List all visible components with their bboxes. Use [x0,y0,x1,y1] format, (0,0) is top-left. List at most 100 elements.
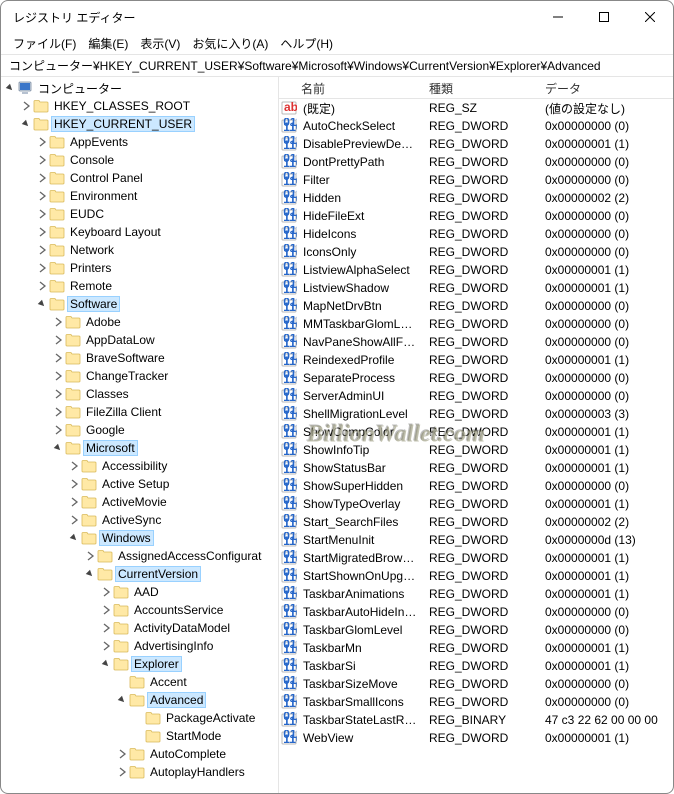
value-row[interactable]: 011110HiddenREG_DWORD0x00000002 (2) [279,189,673,207]
tree-item[interactable]: AccountsService [1,601,278,619]
chevron-right-icon[interactable] [19,99,33,113]
chevron-right-icon[interactable] [67,495,81,509]
tree-item[interactable]: FileZilla Client [1,403,278,421]
chevron-right-icon[interactable] [99,603,113,617]
tree-item[interactable]: AppEvents [1,133,278,151]
value-row[interactable]: 011110WebViewREG_DWORD0x00000001 (1) [279,729,673,747]
tree-item[interactable]: Classes [1,385,278,403]
value-row[interactable]: 011110TaskbarGlomLevelREG_DWORD0x0000000… [279,621,673,639]
value-row[interactable]: 011110TaskbarStateLastRunREG_BINARY47 c3… [279,711,673,729]
chevron-right-icon[interactable] [35,153,49,167]
chevron-right-icon[interactable] [115,747,129,761]
value-row[interactable]: 011110IconsOnlyREG_DWORD0x00000000 (0) [279,243,673,261]
col-header-data[interactable]: データ [539,77,673,98]
tree-item[interactable]: Explorer [1,655,278,673]
menu-view[interactable]: 表示(V) [134,33,186,54]
menu-help[interactable]: ヘルプ(H) [274,33,339,54]
value-row[interactable]: 011110AutoCheckSelectREG_DWORD0x00000000… [279,117,673,135]
chevron-right-icon[interactable] [51,405,65,419]
tree-item[interactable]: Advanced [1,691,278,709]
chevron-down-icon[interactable] [19,117,33,131]
value-row[interactable]: 011110MapNetDrvBtnREG_DWORD0x00000000 (0… [279,297,673,315]
tree-item[interactable]: ActivityDataModel [1,619,278,637]
chevron-right-icon[interactable] [99,639,113,653]
tree-item[interactable]: PackageActivate [1,709,278,727]
chevron-right-icon[interactable] [35,279,49,293]
chevron-right-icon[interactable] [67,477,81,491]
tree-item[interactable]: Active Setup [1,475,278,493]
chevron-right-icon[interactable] [67,513,81,527]
tree-item[interactable]: ActiveMovie [1,493,278,511]
chevron-down-icon[interactable] [51,441,65,455]
chevron-right-icon[interactable] [35,243,49,257]
chevron-right-icon[interactable] [115,765,129,779]
value-row[interactable]: 011110TaskbarSizeMoveREG_DWORD0x00000000… [279,675,673,693]
tree-item[interactable]: Network [1,241,278,259]
value-row[interactable]: 011110ShowSuperHiddenREG_DWORD0x00000000… [279,477,673,495]
tree-item[interactable]: HKEY_CURRENT_USER [1,115,278,133]
tree-item[interactable]: Microsoft [1,439,278,457]
chevron-right-icon[interactable] [35,261,49,275]
tree-item[interactable]: BraveSoftware [1,349,278,367]
value-row[interactable]: 011110TaskbarAnimationsREG_DWORD0x000000… [279,585,673,603]
chevron-right-icon[interactable] [51,387,65,401]
maximize-button[interactable] [581,1,627,33]
value-row[interactable]: 011110ShellMigrationLevelREG_DWORD0x0000… [279,405,673,423]
tree-item[interactable]: Adobe [1,313,278,331]
col-header-type[interactable]: 種類 [423,77,539,98]
tree-item[interactable]: AAD [1,583,278,601]
tree-item[interactable]: Software [1,295,278,313]
chevron-down-icon[interactable] [35,297,49,311]
address-input[interactable] [7,58,667,74]
tree-item[interactable]: ActiveSync [1,511,278,529]
chevron-right-icon[interactable] [51,315,65,329]
value-row[interactable]: 011110HideFileExtREG_DWORD0x00000000 (0) [279,207,673,225]
value-row[interactable]: 011110MMTaskbarGlomLevelREG_DWORD0x00000… [279,315,673,333]
value-row[interactable]: 011110TaskbarMnREG_DWORD0x00000001 (1) [279,639,673,657]
value-row[interactable]: 011110FilterREG_DWORD0x00000000 (0) [279,171,673,189]
close-button[interactable] [627,1,673,33]
chevron-down-icon[interactable] [67,531,81,545]
list-body[interactable]: ab(既定)REG_SZ(値の設定なし)011110AutoCheckSelec… [279,99,673,793]
tree-item[interactable]: CurrentVersion [1,565,278,583]
tree-item[interactable]: HKEY_CLASSES_ROOT [1,97,278,115]
chevron-down-icon[interactable] [3,81,17,95]
tree-item[interactable]: EUDC [1,205,278,223]
chevron-right-icon[interactable] [99,621,113,635]
tree-item[interactable]: Accessibility [1,457,278,475]
minimize-button[interactable] [535,1,581,33]
chevron-down-icon[interactable] [83,567,97,581]
tree-item[interactable]: コンピューター [1,79,278,97]
tree-item[interactable]: StartMode [1,727,278,745]
chevron-right-icon[interactable] [35,207,49,221]
chevron-right-icon[interactable] [35,135,49,149]
tree-item[interactable]: Windows [1,529,278,547]
tree-item[interactable]: AssignedAccessConfigurat [1,547,278,565]
tree-item[interactable]: Control Panel [1,169,278,187]
chevron-right-icon[interactable] [35,189,49,203]
value-row[interactable]: 011110TaskbarSmallIconsREG_DWORD0x000000… [279,693,673,711]
tree-item[interactable]: AppDataLow [1,331,278,349]
value-row[interactable]: 011110DontPrettyPathREG_DWORD0x00000000 … [279,153,673,171]
value-row[interactable]: 011110ListviewShadowREG_DWORD0x00000001 … [279,279,673,297]
tree-item[interactable]: ChangeTracker [1,367,278,385]
value-row[interactable]: 011110StartShownOnUpgradeREG_DWORD0x0000… [279,567,673,585]
tree-item[interactable]: Environment [1,187,278,205]
value-row[interactable]: 011110ShowCompColorREG_DWORD0x00000001 (… [279,423,673,441]
value-row[interactable]: 011110TaskbarAutoHideInTa...REG_DWORD0x0… [279,603,673,621]
value-row[interactable]: 011110ShowTypeOverlayREG_DWORD0x00000001… [279,495,673,513]
menu-favorites[interactable]: お気に入り(A) [186,33,274,54]
value-row[interactable]: 011110ShowStatusBarREG_DWORD0x00000001 (… [279,459,673,477]
tree-item[interactable]: AutoplayHandlers [1,763,278,781]
value-row[interactable]: 011110ReindexedProfileREG_DWORD0x0000000… [279,351,673,369]
chevron-right-icon[interactable] [51,333,65,347]
value-row[interactable]: 011110NavPaneShowAllFold...REG_DWORD0x00… [279,333,673,351]
col-header-name[interactable]: 名前 [279,77,423,98]
value-row[interactable]: 011110HideIconsREG_DWORD0x00000000 (0) [279,225,673,243]
tree-item[interactable]: AutoComplete [1,745,278,763]
value-row[interactable]: 011110SeparateProcessREG_DWORD0x00000000… [279,369,673,387]
value-row[interactable]: 011110DisablePreviewDesktopREG_DWORD0x00… [279,135,673,153]
value-row[interactable]: 011110TaskbarSiREG_DWORD0x00000001 (1) [279,657,673,675]
tree-item[interactable]: Remote [1,277,278,295]
tree-item[interactable]: Console [1,151,278,169]
